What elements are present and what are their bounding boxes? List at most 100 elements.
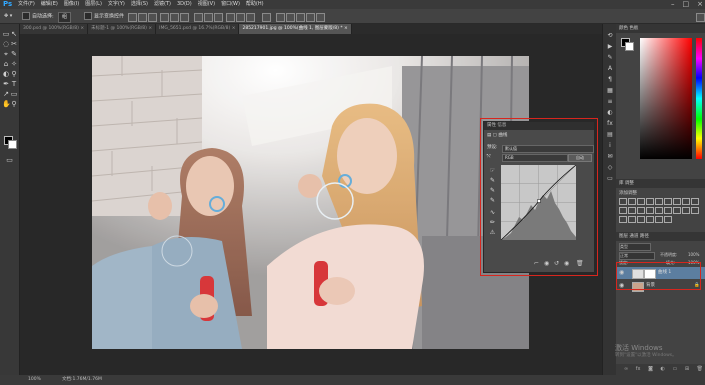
align-top-icon[interactable]: [128, 13, 137, 22]
brush-panel-icon[interactable]: ✎: [606, 54, 614, 61]
distribute-left-icon[interactable]: [226, 13, 235, 22]
menu-item[interactable]: 编辑(E): [41, 0, 58, 9]
layer-comps-icon[interactable]: ▤: [606, 131, 614, 138]
document-tab[interactable]: 285217901.jpg @ 100%(曲线 1, 图层蒙版/8) * ×: [239, 24, 352, 34]
adjustment-icon[interactable]: [646, 216, 654, 223]
adjustment-icon[interactable]: [619, 198, 627, 205]
layer-kind-filter[interactable]: 类型: [619, 243, 651, 251]
3d-scale-icon[interactable]: [316, 13, 325, 22]
adjustment-icon[interactable]: [673, 198, 681, 205]
pen-icon[interactable]: ✒: [2, 80, 10, 88]
adjustment-icon[interactable]: [646, 207, 654, 214]
actions-panel-icon[interactable]: ▶: [606, 43, 614, 50]
blend-mode-dropdown[interactable]: 正常: [619, 252, 655, 260]
maximize-button[interactable]: □: [683, 0, 690, 9]
new-adjustment-icon[interactable]: ◐: [661, 366, 665, 372]
rectangular-marquee-icon[interactable]: ▭: [2, 30, 10, 38]
blur-icon[interactable]: ⚲: [10, 70, 18, 78]
3d-slide-icon[interactable]: [306, 13, 315, 22]
menu-item[interactable]: 滤镜(T): [154, 0, 171, 9]
eraser-icon[interactable]: ◐: [2, 70, 10, 78]
adjustment-icon[interactable]: [682, 207, 690, 214]
brush-icon[interactable]: ✎: [10, 50, 18, 58]
menu-item[interactable]: 视图(V): [198, 0, 215, 9]
adjustment-icon[interactable]: [655, 198, 663, 205]
align-right-icon[interactable]: [180, 13, 189, 22]
adjustment-icon[interactable]: [664, 216, 672, 223]
zoom-level[interactable]: 100%: [28, 375, 41, 385]
adjustment-icon[interactable]: [619, 207, 627, 214]
adjustment-icon[interactable]: [682, 198, 690, 205]
menu-item[interactable]: 选择(S): [131, 0, 148, 9]
adjustment-icon[interactable]: [628, 216, 636, 223]
background-color-swatch[interactable]: [8, 140, 17, 149]
delete-layer-icon[interactable]: 🗑: [697, 366, 703, 372]
menu-item[interactable]: 文字(Y): [108, 0, 125, 9]
lasso-icon[interactable]: ◌: [2, 40, 10, 48]
paragraph-panel-icon[interactable]: ¶: [606, 76, 614, 83]
zoom-icon[interactable]: ⚲: [10, 100, 18, 108]
distribute-top-icon[interactable]: [194, 13, 203, 22]
document-tab[interactable]: 300.psd @ 100%(RGB/8) ×: [20, 24, 89, 34]
adjustment-icon[interactable]: [637, 216, 645, 223]
properties-panel-icon[interactable]: ≡: [606, 98, 614, 105]
move-tool-icon[interactable]: ↖: [10, 30, 18, 38]
color-panel-background[interactable]: [625, 42, 634, 51]
adjustment-icon[interactable]: [655, 207, 663, 214]
document-image[interactable]: [92, 56, 529, 349]
color-picker-field[interactable]: [640, 38, 692, 159]
info-panel-icon[interactable]: i: [606, 142, 614, 149]
new-layer-icon[interactable]: ⊞: [685, 366, 689, 372]
shape-icon[interactable]: ▭: [10, 90, 18, 98]
crop-icon[interactable]: ✂: [10, 40, 18, 48]
character-panel-icon[interactable]: A: [606, 65, 614, 72]
adjustment-icon[interactable]: [664, 207, 672, 214]
document-tab[interactable]: 未标题-1 @ 100%(RGB/8) ×: [88, 24, 157, 34]
layer-style-icon[interactable]: fx: [636, 366, 641, 372]
history-brush-icon[interactable]: ✧: [10, 60, 18, 68]
align-bottom-icon[interactable]: [148, 13, 157, 22]
menu-item[interactable]: 窗口(W): [221, 0, 240, 9]
adjustments-panel-icon[interactable]: ◐: [606, 109, 614, 116]
adjustment-icon[interactable]: [691, 207, 699, 214]
align-center-icon[interactable]: [170, 13, 179, 22]
notes-panel-icon[interactable]: ✉: [606, 153, 614, 160]
clone-stamp-icon[interactable]: ⌂: [2, 60, 10, 68]
minimize-button[interactable]: –: [671, 0, 675, 9]
distribute-center-icon[interactable]: [236, 13, 245, 22]
adjustment-icon[interactable]: [673, 207, 681, 214]
document-tab[interactable]: IMG_5651.psd @ 16.7%(RGB/8) ×: [156, 24, 240, 34]
adjustment-icon[interactable]: [619, 216, 627, 223]
menu-item[interactable]: 图层(L): [85, 0, 102, 9]
adjustment-icon[interactable]: [637, 207, 645, 214]
distribute-right-icon[interactable]: [246, 13, 255, 22]
color-panel-tabs[interactable]: 颜色 色板: [616, 24, 705, 33]
new-group-icon[interactable]: ▭: [673, 366, 678, 372]
align-left-icon[interactable]: [160, 13, 169, 22]
3d-rotate-icon[interactable]: [286, 13, 295, 22]
menu-item[interactable]: 3D(D): [177, 0, 192, 9]
adjustment-icon[interactable]: [646, 198, 654, 205]
path-select-icon[interactable]: ↗: [2, 90, 10, 98]
menu-item[interactable]: 图像(I): [64, 0, 79, 9]
distribute-middle-icon[interactable]: [204, 13, 213, 22]
type-icon[interactable]: T: [10, 80, 18, 88]
link-layers-icon[interactable]: ∞: [624, 366, 628, 372]
timeline-panel-icon[interactable]: ▭: [606, 175, 614, 182]
eyedropper-icon[interactable]: ⌖: [2, 50, 10, 58]
auto-select-dropdown[interactable]: 组: [58, 12, 72, 23]
opacity-value[interactable]: 100%: [688, 252, 699, 257]
adjustment-icon[interactable]: [628, 198, 636, 205]
close-button[interactable]: ×: [697, 0, 703, 9]
document-size[interactable]: 文档:1.76M/1.76M: [62, 375, 102, 385]
history-panel-icon[interactable]: ⟲: [606, 32, 614, 39]
align-middle-icon[interactable]: [138, 13, 147, 22]
layers-panel-tabs[interactable]: 图层 通道 路径: [616, 232, 705, 241]
3d-mode-icon[interactable]: [276, 13, 285, 22]
3d-pan-icon[interactable]: [296, 13, 305, 22]
screen-mode-icon[interactable]: ▭: [4, 156, 15, 164]
workspace-icon[interactable]: [696, 13, 705, 22]
adjustment-icon[interactable]: [691, 198, 699, 205]
hue-slider[interactable]: [696, 38, 702, 159]
hand-icon[interactable]: ✋: [2, 100, 11, 108]
